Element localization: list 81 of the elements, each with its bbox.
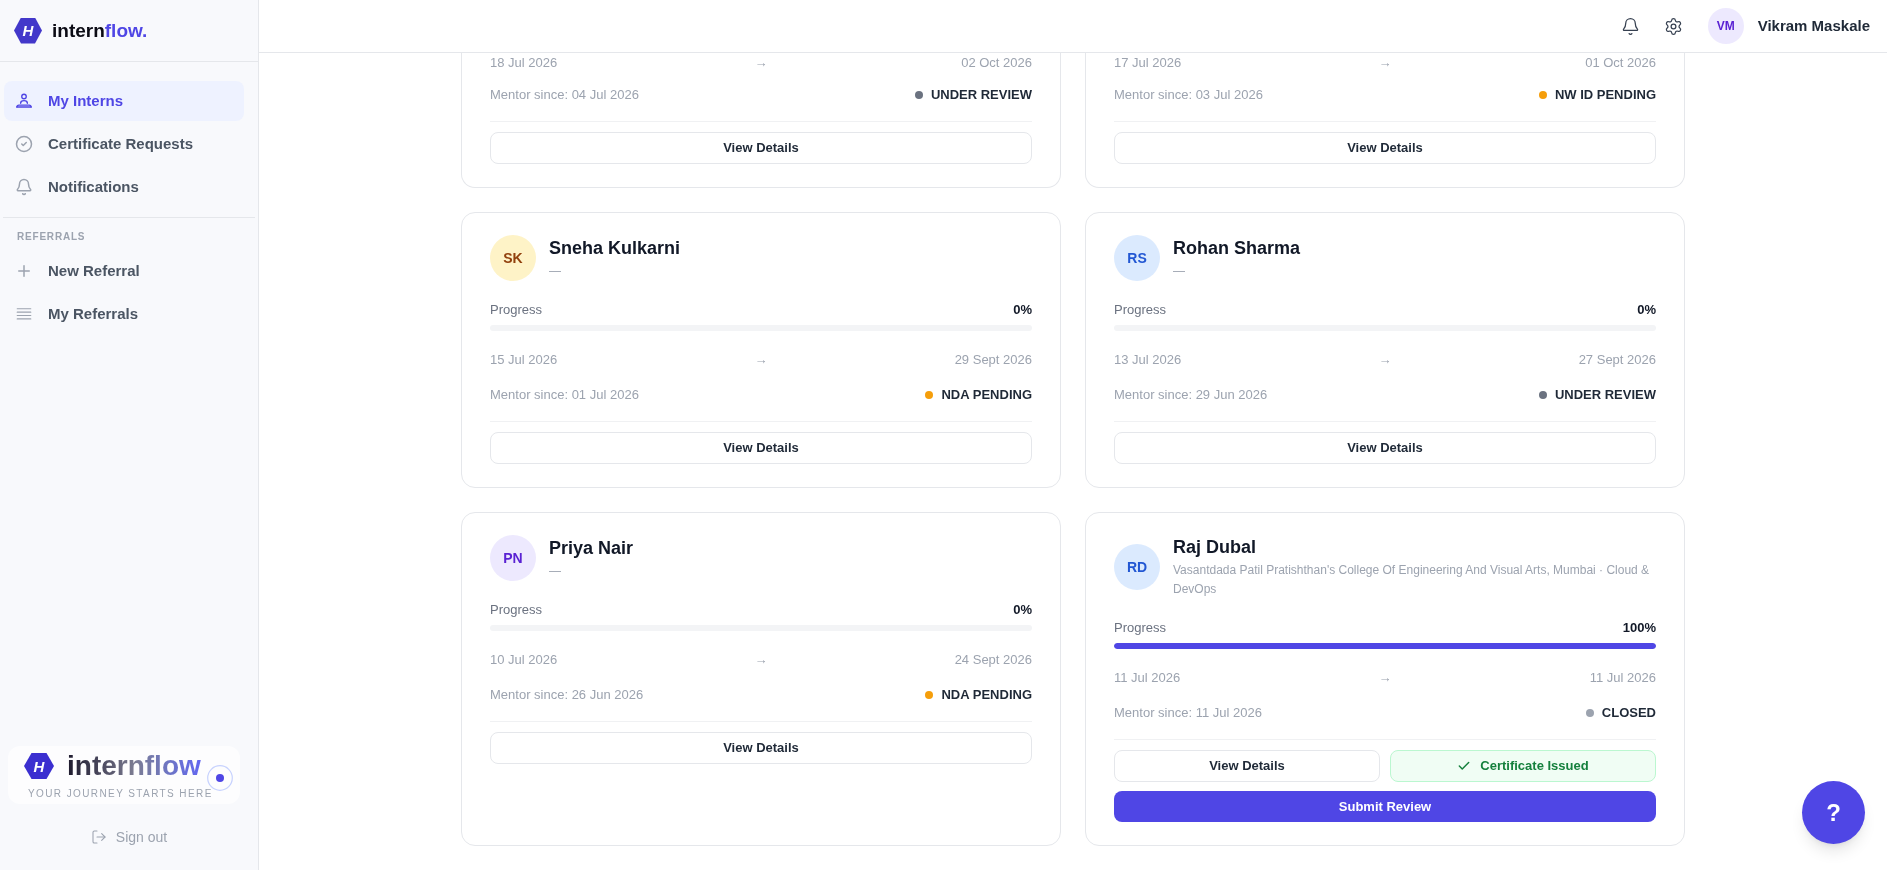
details-button[interactable]: View Details bbox=[490, 432, 1032, 464]
end-date: 27 Sept 2026 bbox=[1578, 351, 1656, 369]
date-arrow: → bbox=[754, 351, 768, 369]
help-button[interactable]: ? bbox=[1802, 781, 1865, 844]
progress-value: 0% bbox=[1637, 301, 1656, 320]
settings-icon bbox=[1664, 16, 1684, 36]
submit-review-button[interactable]: Submit Review bbox=[1114, 791, 1656, 822]
nav-item[interactable]: My Referrals bbox=[4, 294, 244, 334]
intern-details: — bbox=[1173, 262, 1186, 280]
progress-label: Progress bbox=[1114, 619, 1167, 638]
bell-icon bbox=[1621, 16, 1641, 36]
intern-details: — bbox=[549, 262, 562, 280]
brand-logo: H bbox=[24, 753, 54, 779]
intern-avatar: RD bbox=[1114, 544, 1160, 590]
user-name[interactable]: Vikram Maskale bbox=[1757, 14, 1870, 38]
end-date: 29 Sept 2026 bbox=[954, 351, 1032, 369]
mentor-since: Mentor since: 11 Jul 2026 bbox=[1114, 704, 1262, 723]
start-date: 17 Jul 2026 bbox=[1114, 54, 1182, 72]
intern-name: Sneha Kulkarni bbox=[549, 236, 681, 260]
intern-avatar: PN bbox=[490, 535, 536, 581]
intern-details: — bbox=[549, 562, 562, 580]
brand-logo: H bbox=[14, 17, 42, 44]
details-button[interactable]: View Details bbox=[1114, 432, 1656, 464]
date-arrow: → bbox=[1378, 669, 1392, 687]
date-arrow: → bbox=[754, 651, 768, 669]
status-label: NW ID PENDING bbox=[1554, 86, 1656, 105]
start-date: 10 Jul 2026 bbox=[490, 651, 558, 669]
list-icon bbox=[15, 305, 33, 323]
check-icon bbox=[1457, 759, 1472, 773]
date-arrow: → bbox=[754, 54, 768, 72]
brand-wordmark: internflow. bbox=[52, 21, 148, 40]
start-date: 18 Jul 2026 bbox=[490, 54, 558, 72]
status-label: NDA PENDING bbox=[941, 686, 1032, 705]
user-avatar[interactable]: VM bbox=[1707, 8, 1744, 44]
intern-name: Raj Dubal bbox=[1173, 536, 1257, 559]
sign-out-icon bbox=[90, 829, 107, 845]
details-button[interactable]: View Details bbox=[1114, 750, 1380, 782]
progress-label: Progress bbox=[490, 301, 543, 320]
mentor-since: Mentor since: 04 Jul 2026 bbox=[490, 86, 639, 105]
mentor-since: Mentor since: 29 Jun 2026 bbox=[1114, 386, 1268, 405]
start-date: 15 Jul 2026 bbox=[490, 351, 558, 369]
details-button[interactable]: View Details bbox=[490, 732, 1032, 764]
mentor-since: Mentor since: 01 Jul 2026 bbox=[490, 386, 639, 405]
bell-icon bbox=[15, 178, 33, 196]
nav-item[interactable]: Notifications bbox=[4, 167, 244, 207]
end-date: 01 Oct 2026 bbox=[1585, 54, 1656, 72]
progress-value: 100% bbox=[1622, 619, 1656, 638]
plus-icon bbox=[15, 262, 33, 280]
intern-name: Rohan Sharma bbox=[1173, 236, 1301, 260]
progress-value: 0% bbox=[1013, 301, 1032, 320]
end-date: 24 Sept 2026 bbox=[954, 651, 1032, 669]
mentor-since: Mentor since: 03 Jul 2026 bbox=[1114, 86, 1263, 105]
brand-tagline: YOUR JOURNEY STARTS HERE bbox=[27, 788, 214, 800]
nav-item[interactable]: Certificate Requests bbox=[4, 124, 244, 164]
dot-in-ring-icon bbox=[207, 765, 233, 791]
status-label: NDA PENDING bbox=[941, 386, 1032, 405]
intern-name: Priya Nair bbox=[549, 536, 634, 560]
status-label: UNDER REVIEW bbox=[1554, 386, 1656, 405]
intern-avatar: RS bbox=[1114, 235, 1160, 281]
section-heading: REFERRALS bbox=[17, 230, 86, 244]
start-date: 11 Jul 2026 bbox=[1114, 669, 1181, 687]
status-label: CLOSED bbox=[1601, 704, 1656, 723]
date-arrow: → bbox=[1378, 351, 1392, 369]
intern-avatar: SK bbox=[490, 235, 536, 281]
person-icon bbox=[15, 92, 33, 110]
intern-details: Vasantdada Patil Pratishthan's College Of Engineering And Visual Arts, Mumbai · Cloud & DevOps bbox=[1173, 562, 1651, 598]
mentor-since: Mentor since: 26 Jun 2026 bbox=[490, 686, 644, 705]
check-circle-icon bbox=[15, 135, 33, 153]
progress-label: Progress bbox=[490, 601, 543, 620]
end-date: 11 Jul 2026 bbox=[1589, 669, 1656, 687]
nav-item[interactable]: My Interns bbox=[4, 81, 244, 121]
status-label: UNDER REVIEW bbox=[930, 86, 1032, 105]
start-date: 13 Jul 2026 bbox=[1114, 351, 1182, 369]
end-date: 02 Oct 2026 bbox=[961, 54, 1032, 72]
progress-label: Progress bbox=[1114, 301, 1167, 320]
nav-item[interactable]: New Referral bbox=[4, 251, 244, 291]
details-button[interactable]: View Details bbox=[1114, 132, 1656, 164]
date-arrow: → bbox=[1378, 54, 1392, 72]
details-button[interactable]: View Details bbox=[490, 132, 1032, 164]
certificate-issued-button[interactable]: Certificate Issued bbox=[1390, 750, 1656, 782]
progress-value: 0% bbox=[1013, 601, 1032, 620]
